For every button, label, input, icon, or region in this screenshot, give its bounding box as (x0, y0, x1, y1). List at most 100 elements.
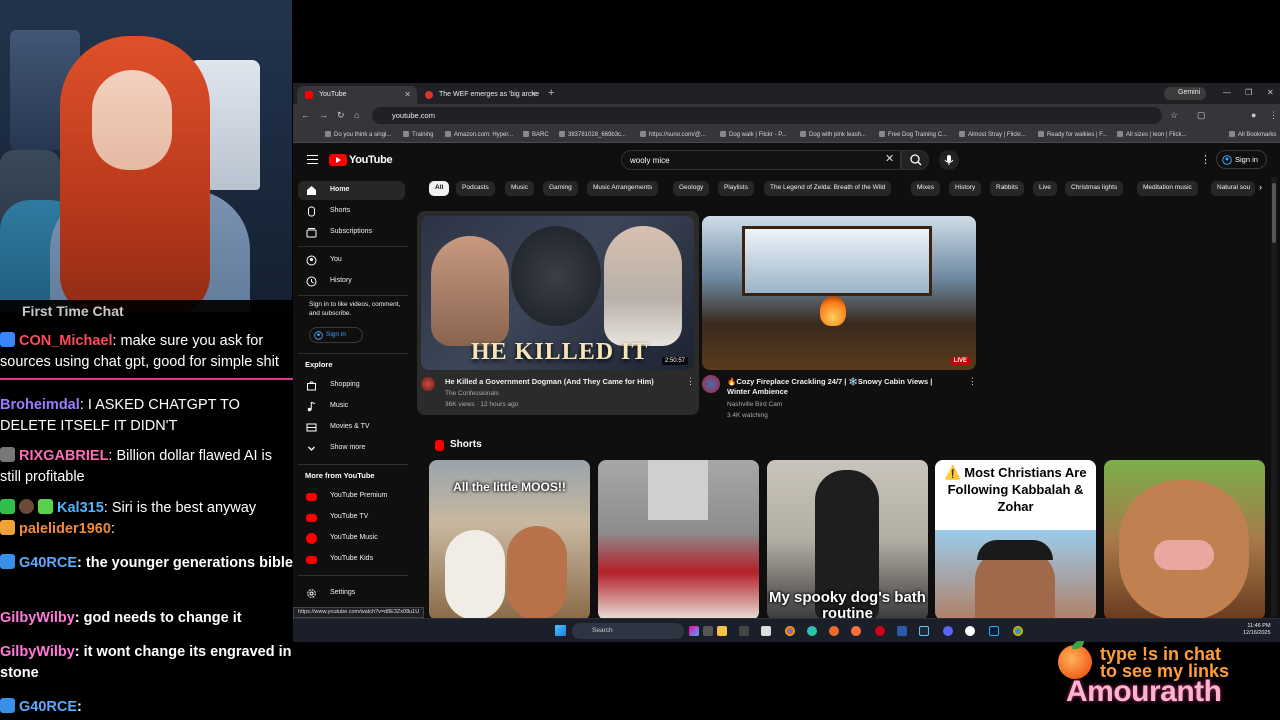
forward-icon[interactable]: → (319, 110, 328, 120)
bookmark[interactable]: https://suno.com/@... (640, 131, 706, 138)
chat-username[interactable]: Kal315 (57, 500, 104, 516)
sidebar-item-youtube-premium[interactable]: YouTube Premium (298, 487, 405, 506)
taskbar-search[interactable]: Search (572, 623, 684, 639)
chip-music[interactable]: Music (505, 181, 534, 196)
bookmark[interactable]: Ready for walkies | F... (1038, 131, 1107, 138)
close-tab-icon[interactable]: ✕ (530, 90, 537, 99)
bookmark[interactable]: 383781028_669b3c... (559, 131, 626, 138)
minimize-icon[interactable]: — (1223, 88, 1231, 97)
sidebar-item-shopping[interactable]: Shopping (298, 376, 405, 395)
sidebar-item-youtube-music[interactable]: YouTube Music (298, 529, 405, 548)
bookmark[interactable]: Almost Stray | Flickr... (959, 131, 1026, 138)
video-thumbnail[interactable]: LIVE (702, 216, 976, 370)
short-thumbnail[interactable] (1104, 460, 1265, 620)
chip-playlists[interactable]: Playlists (718, 181, 754, 196)
copilot-icon[interactable] (689, 626, 699, 636)
chat-username[interactable]: GilbyWilby (0, 610, 75, 626)
clear-search-icon[interactable]: ✕ (885, 152, 894, 165)
channel-avatar[interactable] (702, 375, 720, 393)
sidebar-item-history[interactable]: History (298, 272, 405, 291)
bookmark-star-icon[interactable]: ☆ (1170, 110, 1178, 121)
browser-menu-icon[interactable]: ⋮ (1269, 110, 1278, 121)
short-thumbnail[interactable]: ⚠️ Most Christians Are Following Kabbala… (935, 460, 1096, 620)
bookmark[interactable]: BARC (523, 131, 549, 138)
chip-music-arrangements[interactable]: Music Arrangements (587, 181, 659, 196)
sidebar-item-subscriptions[interactable]: Subscriptions (298, 223, 405, 242)
chat-username[interactable]: GilbyWilby (0, 644, 75, 660)
sidebar-sign-in-button[interactable]: Sign in (309, 327, 363, 343)
all-bookmarks[interactable]: All Bookmarks (1229, 131, 1276, 138)
close-window-icon[interactable]: ✕ (1267, 88, 1274, 97)
youtube-logo-icon[interactable] (329, 154, 347, 166)
video-title[interactable]: He Killed a Government Dogman (And They … (445, 377, 675, 387)
chip-gaming[interactable]: Gaming (543, 181, 578, 196)
voice-search-button[interactable] (939, 150, 959, 170)
chip-live[interactable]: Live (1033, 181, 1057, 196)
chip-podcasts[interactable]: Podcasts (456, 181, 495, 196)
short-thumbnail[interactable]: My spooky dog's bath routine (767, 460, 928, 620)
channel-avatar[interactable] (421, 377, 435, 391)
chrome-icon[interactable] (785, 626, 795, 636)
new-tab-button[interactable]: + (548, 87, 554, 99)
chip-meditation-music[interactable]: Meditation music (1137, 181, 1198, 196)
paint-icon[interactable] (829, 626, 839, 636)
chat-username[interactable]: CON_Michael (19, 333, 112, 349)
video-menu-icon[interactable]: ⋮ (968, 376, 977, 387)
windows-start-icon[interactable] (555, 625, 566, 636)
video-title[interactable]: 🔥Cozy Fireplace Crackling 24/7 | ❄️Snowy… (727, 377, 947, 397)
chat-username[interactable]: G40RCE (19, 699, 77, 715)
steam-icon[interactable] (919, 626, 929, 636)
short-thumbnail[interactable] (598, 460, 759, 620)
chip-christmas-lights[interactable]: Christmas lights (1065, 181, 1124, 196)
chat-username[interactable]: G40RCE (19, 555, 77, 571)
menu-icon[interactable] (307, 155, 318, 164)
chip-geology[interactable]: Geology (673, 181, 710, 196)
chips-next-icon[interactable]: › (1259, 182, 1262, 192)
bookmark[interactable]: Dog walk | Flickr - P... (720, 131, 786, 138)
youtube-logo-text[interactable]: YouTube (349, 154, 393, 166)
channel-name[interactable]: The Confessionals (445, 389, 499, 399)
photoshop-icon[interactable] (989, 626, 999, 636)
bookmark[interactable]: Free Dog Training C... (879, 131, 947, 138)
search-button[interactable] (901, 150, 929, 170)
edge-icon[interactable] (807, 626, 817, 636)
tab-wef-article[interactable]: The WEF emerges as 'big arche ✕ (417, 86, 543, 104)
sidebar-item-you[interactable]: You (298, 251, 405, 270)
search-input[interactable]: wooly mice (621, 150, 901, 170)
discord-icon[interactable] (943, 626, 953, 636)
bookmark[interactable]: All sizes | leon | Flick... (1117, 131, 1186, 138)
chip-history[interactable]: History (949, 181, 982, 196)
sidebar-item-shorts[interactable]: Shorts (298, 202, 405, 221)
video-thumbnail[interactable]: HE KILLED IT 2:50:57 (421, 216, 694, 370)
home-nav-icon[interactable]: ⌂ (354, 110, 359, 120)
profile-icon[interactable]: ● (1251, 110, 1256, 120)
app-icon[interactable] (897, 626, 907, 636)
chat-username[interactable]: RIXGABRIEL (19, 448, 108, 464)
bookmark[interactable]: Dog with pink leash... (800, 131, 866, 138)
gemini-button[interactable]: Gemini (1164, 87, 1207, 100)
sidebar-item-youtube-tv[interactable]: YouTube TV (298, 508, 405, 527)
sidebar-item-settings[interactable]: Settings (298, 584, 405, 603)
chip-natural-sounds[interactable]: Natural sou (1211, 181, 1255, 196)
reload-icon[interactable]: ↻ (337, 110, 345, 121)
chip-rabbits[interactable]: Rabbits (990, 181, 1025, 196)
chip-zelda[interactable]: The Legend of Zelda: Breath of the Wild (764, 181, 892, 196)
tab-youtube[interactable]: YouTube ✕ (297, 86, 417, 104)
short-thumbnail[interactable]: All the little MOOS!! (429, 460, 590, 620)
bookmark[interactable]: Do you think a singl... (325, 131, 391, 138)
channel-name[interactable]: Nashville Bird Cam (727, 400, 782, 410)
settings-menu-icon[interactable]: ⋮ (1200, 153, 1211, 166)
opera-icon[interactable] (875, 626, 885, 636)
bookmark[interactable]: Training (403, 131, 433, 138)
close-tab-icon[interactable]: ✕ (404, 90, 411, 99)
sidebar-item-home[interactable]: Home (298, 181, 405, 200)
bookmark[interactable]: Amazon.com: Hyper... (445, 131, 513, 138)
chrome-icon[interactable] (1013, 626, 1023, 636)
task-view-icon[interactable] (703, 626, 713, 636)
sidebar-item-youtube-kids[interactable]: YouTube Kids (298, 550, 405, 569)
chatgpt-icon[interactable] (965, 626, 975, 636)
page-scrollbar[interactable] (1271, 177, 1277, 617)
firefox-icon[interactable] (851, 626, 861, 636)
extensions-icon[interactable]: ▢ (1197, 110, 1206, 121)
sidebar-item-show-more[interactable]: Show more (298, 439, 405, 458)
